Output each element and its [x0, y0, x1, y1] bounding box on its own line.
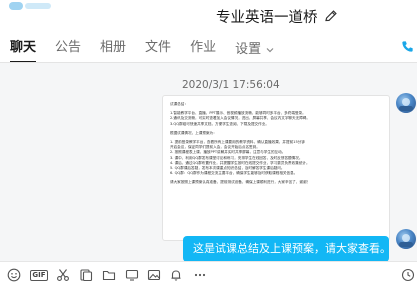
call-button[interactable] [396, 37, 417, 59]
avatar[interactable] [396, 229, 416, 249]
avatar[interactable] [396, 93, 416, 113]
app-logo [9, 0, 55, 12]
tab-settings-label: 设置 [235, 42, 262, 57]
doc-line: 请大家按照上课预案认真准备，提前测试设备，确保上课顺利进行，大家辛苦了，谢谢！ [170, 180, 311, 185]
phone-icon [400, 39, 415, 58]
file-icon[interactable] [78, 267, 94, 283]
history-icon[interactable] [400, 267, 416, 283]
chevron-down-icon [265, 45, 275, 55]
chat-title-area: 专业英语一道桥 [216, 6, 338, 26]
screen-icon[interactable] [124, 267, 140, 283]
input-toolbar: GIF [0, 261, 417, 287]
gif-icon[interactable]: GIF [29, 267, 49, 283]
chat-title: 专业英语一道桥 [216, 9, 318, 26]
more-icon[interactable] [192, 267, 208, 283]
tab-files[interactable]: 文件 [145, 38, 171, 62]
bell-icon[interactable] [168, 267, 184, 283]
message-area[interactable]: 2020/3/1 17:56:04 试课总结： 1.智能教学平台、直播、PPT展… [0, 63, 417, 261]
message-timestamp: 2020/3/1 17:56:04 [182, 79, 280, 91]
tab-chat[interactable]: 聊天 [10, 38, 37, 63]
folder-icon[interactable] [101, 267, 117, 283]
scissors-icon[interactable] [55, 267, 71, 283]
image-icon[interactable] [146, 267, 162, 283]
text-message-bubble[interactable]: 这是试课总结及上课预案，请大家查看。 [183, 236, 391, 261]
tab-bar: 聊天 公告 相册 文件 作业 设置 [0, 38, 275, 63]
tab-album[interactable]: 相册 [100, 38, 126, 62]
tab-settings[interactable]: 设置 [235, 38, 275, 62]
pencil-icon[interactable] [324, 9, 338, 23]
tab-homework[interactable]: 作业 [190, 38, 216, 62]
window-header: 专业英语一道桥 聊天 公告 相册 文件 作业 设置 [0, 0, 417, 63]
document-message[interactable]: 试课总结： 1.智能教学平台、直播、PPT展示、音视频播放流畅，能够同时多平台、… [162, 95, 390, 241]
emoji-icon[interactable] [6, 267, 22, 283]
gif-label: GIF [30, 269, 48, 281]
tab-announcements[interactable]: 公告 [55, 38, 81, 62]
